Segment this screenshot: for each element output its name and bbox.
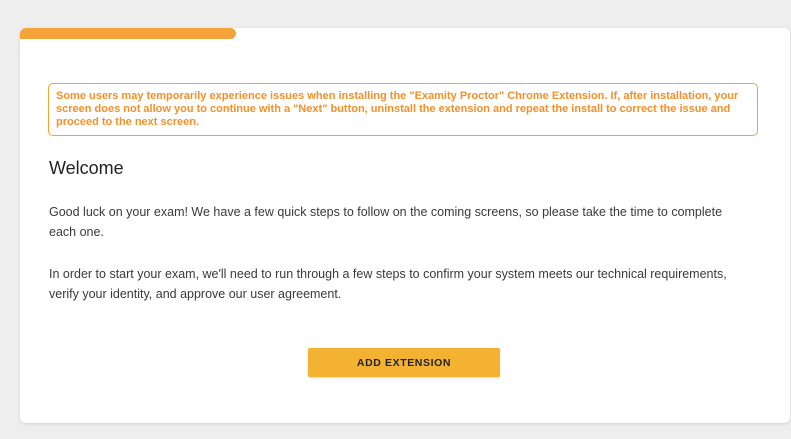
progress-bar [20,28,790,39]
extension-warning-notice: Some users may temporarily experience is… [48,83,758,136]
requirements-paragraph: In order to start your exam, we'll need … [49,267,727,301]
page-title: Welcome [49,158,124,178]
welcome-card: Some users may temporarily experience is… [20,28,790,423]
add-extension-button[interactable]: ADD EXTENSION [308,348,500,377]
intro-paragraph: Good luck on your exam! We have a few qu… [49,205,723,239]
progress-bar-fill [20,28,236,39]
page: Some users may temporarily experience is… [0,0,791,439]
